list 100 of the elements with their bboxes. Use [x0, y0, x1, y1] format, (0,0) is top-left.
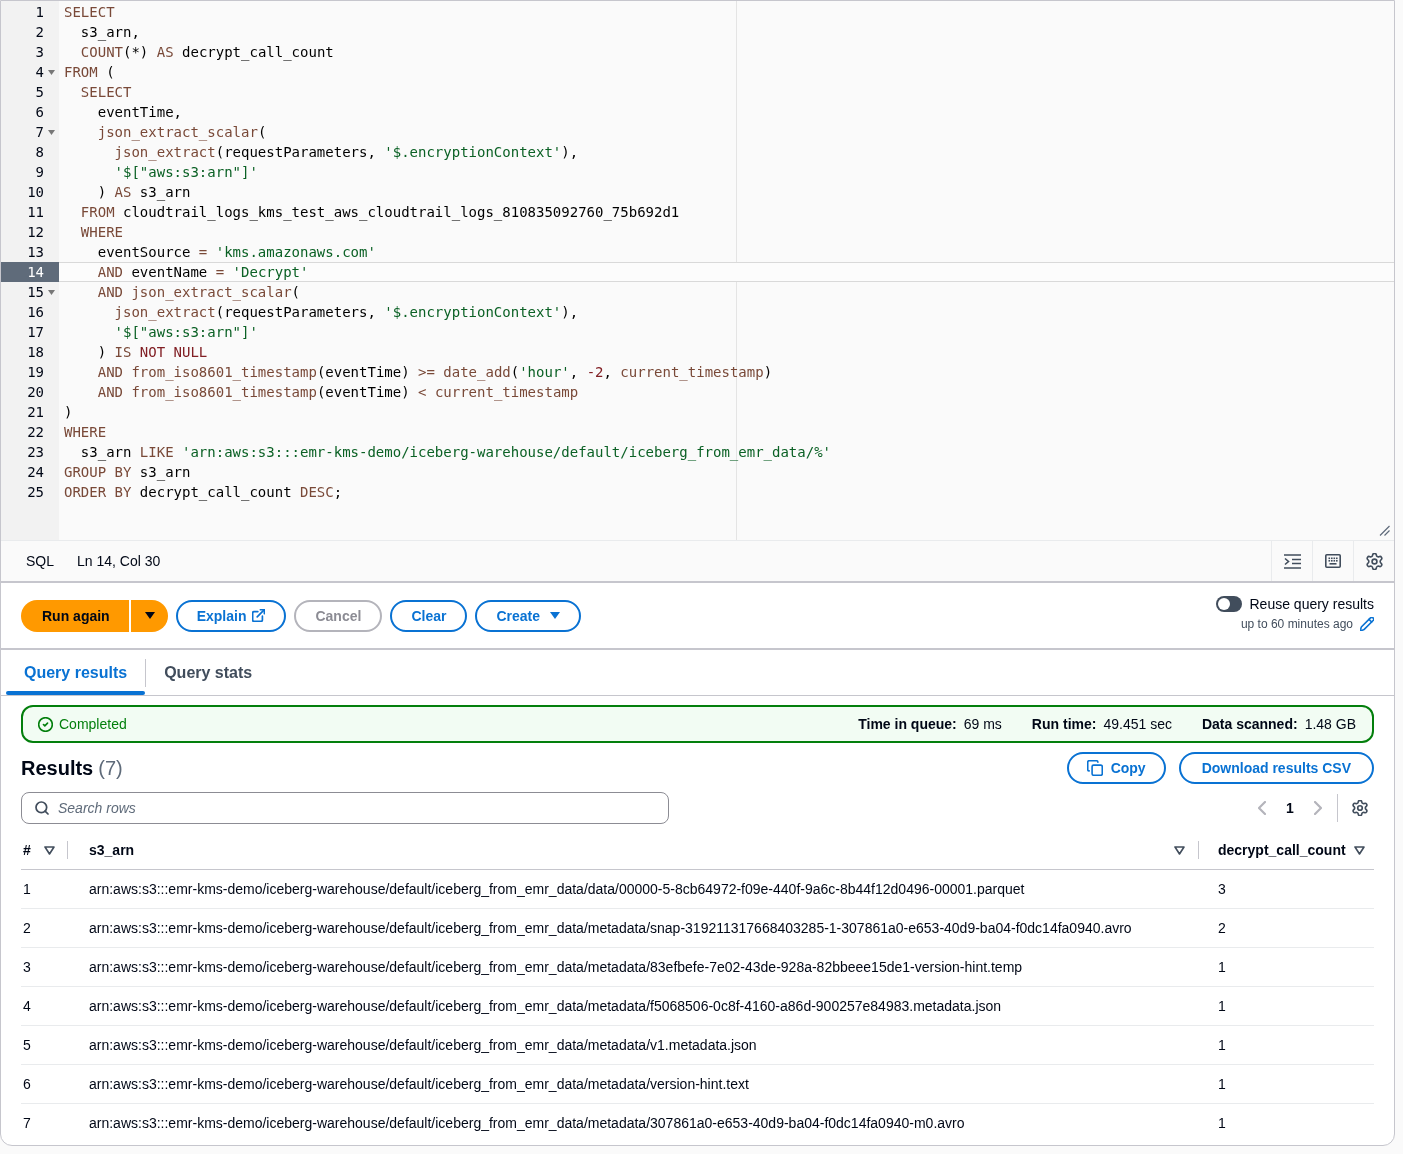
table-cell: 1: [1218, 1036, 1226, 1053]
line-number: 11: [27, 203, 44, 221]
pencil-icon[interactable]: [1360, 617, 1374, 631]
column-header[interactable]: s3_arn: [89, 842, 135, 859]
table-cell: arn:aws:s3:::emr-kms-demo/iceberg-warehouse/default/iceberg_from_emr_data/metadata/snap-319211317668403285-1-307861a0-e653-40d9-ba04-f0dc14fa0940.avro: [89, 919, 1132, 936]
code-editor[interactable]: [59, 1, 1394, 540]
code-line: '$["aws:s3:arn"]': [113, 163, 258, 181]
table-cell: arn:aws:s3:::emr-kms-demo/iceberg-warehouse/default/iceberg_from_emr_data/metadata/f5068506-0c8f-4160-a86d-900257e84983.metadata.json: [89, 997, 1002, 1014]
status-text: Completed: [59, 716, 127, 732]
copy-icon: [1086, 760, 1103, 776]
reuse-duration-text: up to 60 minutes ago: [1240, 617, 1353, 631]
line-number: 4: [35, 63, 44, 81]
code-line: SELECT: [79, 83, 132, 101]
search-icon: [35, 801, 49, 815]
code-line: s3_arn LIKE 'arn:aws:s3:::emr-kms-demo/iceberg-warehouse/default/iceberg_from_emr_data/%': [79, 443, 832, 461]
code-line: FROM (: [64, 63, 115, 81]
caret-down-icon[interactable]: [1174, 845, 1185, 855]
code-line: AND from_iso8601_timestamp(eventTime) >= date_add('hour', -2, current_timestamp): [96, 363, 773, 381]
code-line: COUNT(*) AS decrypt_call_count: [79, 43, 334, 61]
table-cell: arn:aws:s3:::emr-kms-demo/iceberg-warehouse/default/iceberg_from_emr_data/metadata/307861a0-e653-40d9-ba04-f0dc14fa0940-m0.avro: [89, 1114, 965, 1131]
line-number: 3: [35, 43, 44, 61]
results-title: Results: [21, 756, 94, 780]
code-line: ) IS NOT NULL: [96, 343, 208, 361]
line-number: 8: [35, 143, 44, 161]
stat-label: Run time:: [1031, 716, 1097, 732]
table-cell: 7: [23, 1114, 31, 1131]
split-dropdown-button[interactable]: [130, 599, 168, 632]
outline-button[interactable]: Download results CSV: [1178, 752, 1374, 784]
keyboard-icon[interactable]: [1325, 554, 1341, 568]
line-number: 13: [27, 243, 44, 261]
column-header[interactable]: decrypt_call_count: [1218, 842, 1346, 859]
stat-label: Time in queue:: [858, 716, 957, 732]
line-number: 21: [27, 403, 44, 421]
caret-down-icon: [550, 612, 560, 619]
code-line: AND json_extract_scalar(: [96, 283, 300, 301]
stat-value: 1.48 GB: [1304, 716, 1356, 732]
line-number: 6: [35, 103, 44, 121]
line-number: 22: [27, 423, 44, 441]
line-number: 25: [27, 483, 44, 501]
line-number: 18: [27, 343, 44, 361]
results-count: (7): [98, 756, 123, 780]
table-cell: 3: [1218, 880, 1226, 897]
search-field[interactable]: Search rows: [21, 792, 669, 824]
settings-icon[interactable]: [1365, 552, 1383, 570]
table-cell: arn:aws:s3:::emr-kms-demo/iceberg-warehouse/default/iceberg_from_emr_data/metadata/version-hint.text: [89, 1075, 749, 1092]
page-number[interactable]: 1: [1280, 796, 1300, 820]
column-header[interactable]: #: [23, 842, 31, 859]
table-cell: 1: [1218, 997, 1226, 1014]
indent-icon[interactable]: [1283, 553, 1301, 569]
table-cell: 4: [23, 997, 31, 1014]
caret-down-icon[interactable]: [48, 289, 55, 295]
stat-value: 49.451 sec: [1103, 716, 1172, 732]
table-cell: 2: [1218, 919, 1226, 936]
code-line: AND eventName = 'Decrypt': [96, 263, 309, 281]
code-line: WHERE: [79, 223, 123, 241]
caret-down-icon[interactable]: [145, 612, 156, 619]
outline-button[interactable]: Explain: [175, 599, 287, 632]
stat-value: 69 ms: [963, 716, 1002, 732]
dropdown-button[interactable]: Create: [475, 599, 581, 632]
code-line: WHERE: [64, 423, 107, 441]
stat-label: Data scanned:: [1201, 716, 1298, 732]
table-cell: arn:aws:s3:::emr-kms-demo/iceberg-warehouse/default/iceberg_from_emr_data/data/00000-5-8cb64972-f09e-440f-9a6c-8b44f12d0496-00001.parquet: [89, 880, 1025, 897]
code-line: '$["aws:s3:arn"]': [113, 323, 258, 341]
table-cell: 6: [23, 1075, 31, 1092]
line-number: 5: [35, 83, 44, 101]
code-line: ): [64, 403, 73, 421]
line-number: 20: [27, 383, 44, 401]
line-number: 24: [27, 463, 44, 481]
code-line: AND from_iso8601_timestamp(eventTime) < current_timestamp: [96, 383, 579, 401]
outline-button[interactable]: Clear: [390, 599, 468, 632]
table-cell: 1: [1218, 1114, 1226, 1131]
caret-down-icon[interactable]: [48, 129, 55, 135]
line-number: 15: [27, 283, 44, 301]
primary-button[interactable]: Run again: [21, 599, 129, 632]
toggle-label: Reuse query results: [1249, 596, 1374, 612]
table-cell: arn:aws:s3:::emr-kms-demo/iceberg-warehouse/default/iceberg_from_emr_data/metadata/v1.metadata.json: [89, 1036, 757, 1053]
tab[interactable]: Query results: [6, 650, 146, 695]
caret-down-icon[interactable]: [44, 845, 55, 855]
tab[interactable]: Query stats: [146, 650, 271, 695]
code-line: SELECT: [64, 3, 115, 21]
caret-down-icon[interactable]: [1354, 845, 1365, 855]
code-line: json_extract_scalar(: [96, 123, 267, 141]
code-line: ORDER BY decrypt_call_count DESC;: [64, 483, 343, 501]
table-cell: 1: [23, 880, 31, 897]
caret-down-icon[interactable]: [48, 69, 55, 75]
copy-button[interactable]: Copy: [1066, 752, 1166, 784]
table-cell: arn:aws:s3:::emr-kms-demo/iceberg-warehouse/default/iceberg_from_emr_data/metadata/83efbefe-7e02-43de-928a-82bbeee15de1-version-hint.temp: [89, 958, 1023, 975]
line-number: 23: [27, 443, 44, 461]
toggle-switch[interactable]: [1216, 596, 1243, 612]
table-cell: 1: [1218, 958, 1226, 975]
cursor-position: Ln 14, Col 30: [77, 553, 161, 569]
resize-grip-icon[interactable]: [1379, 525, 1390, 536]
code-line: FROM cloudtrail_logs_kms_test_aws_cloudtrail_logs_810835092760_75b692d1: [79, 203, 680, 221]
code-line: eventSource = 'kms.amazonaws.com': [96, 243, 376, 261]
line-number: 1: [35, 3, 44, 21]
settings-icon[interactable]: [1352, 800, 1368, 816]
table-cell: 2: [23, 919, 31, 936]
line-number: 12: [27, 223, 44, 241]
code-line: ) AS s3_arn: [96, 183, 191, 201]
line-number: 19: [27, 363, 44, 381]
